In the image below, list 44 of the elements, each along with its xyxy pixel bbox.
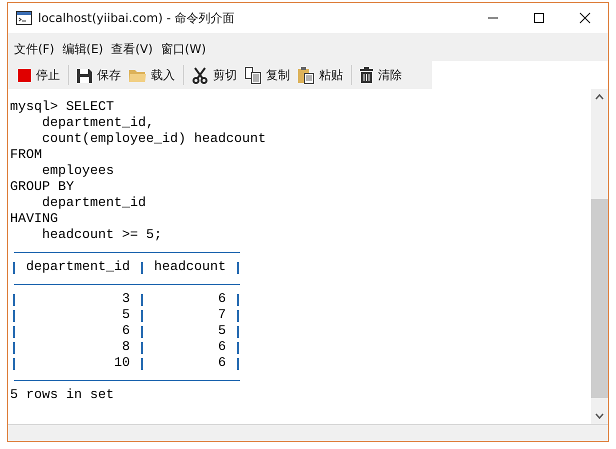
- column-header: headcount: [153, 260, 227, 276]
- sql-line: employees: [40, 164, 115, 180]
- sql-line: FROM: [10, 148, 42, 164]
- table-cell-text: 5: [121, 308, 131, 324]
- terminal-icon: [16, 11, 32, 25]
- sql-line: mysql> SELECT: [10, 100, 115, 116]
- menu-item[interactable]: 文件(F): [14, 40, 60, 58]
- stop-icon: [18, 68, 31, 82]
- trash-icon: [360, 67, 373, 83]
- table-cell-text: 3: [121, 292, 131, 308]
- copy-button[interactable]: 复制: [241, 64, 294, 86]
- stop-button[interactable]: 停止: [14, 64, 64, 86]
- table-cell-text: 6: [121, 324, 131, 340]
- sql-line: HAVING: [10, 212, 59, 228]
- cut-button[interactable]: 剪切: [188, 64, 241, 86]
- sql-line: headcount >= 5;: [40, 228, 163, 244]
- table-cell-text: 6: [217, 340, 227, 356]
- table-cell-text: 8: [121, 340, 131, 356]
- column-header: department_id: [25, 260, 131, 276]
- scissors-icon: [192, 66, 208, 84]
- vertical-scrollbar[interactable]: [591, 89, 608, 424]
- save-icon: [77, 68, 92, 82]
- folder-icon: [129, 68, 146, 82]
- table-cell-text: 10: [113, 356, 131, 372]
- save-button[interactable]: 保存: [73, 64, 125, 86]
- paste-icon: [298, 66, 314, 84]
- window-title: localhost(yiibai.com) - 命令列介面: [38, 10, 235, 26]
- sql-line: department_id: [40, 196, 147, 212]
- table-cell-text: 5: [217, 324, 227, 340]
- menu-item[interactable]: 查看(V): [111, 40, 158, 58]
- sql-line: count(employee_id) headcount: [40, 132, 267, 148]
- scroll-thumb[interactable]: [591, 199, 608, 398]
- table-cell-text: 6: [217, 292, 227, 308]
- copy-icon: [245, 66, 261, 84]
- paste-button[interactable]: 粘贴: [294, 64, 347, 86]
- sql-line: department_id,: [40, 116, 155, 132]
- menu-item[interactable]: 编辑(E): [62, 40, 108, 58]
- result-summary: 5 rows in set: [10, 388, 115, 404]
- clear-button[interactable]: 清除: [356, 64, 406, 86]
- table-cell-text: 6: [217, 356, 227, 372]
- table-cell-text: 7: [217, 308, 227, 324]
- menu-item[interactable]: 窗口(W): [160, 40, 212, 58]
- load-button[interactable]: 载入: [125, 64, 179, 86]
- sql-line: GROUP BY: [10, 180, 75, 196]
